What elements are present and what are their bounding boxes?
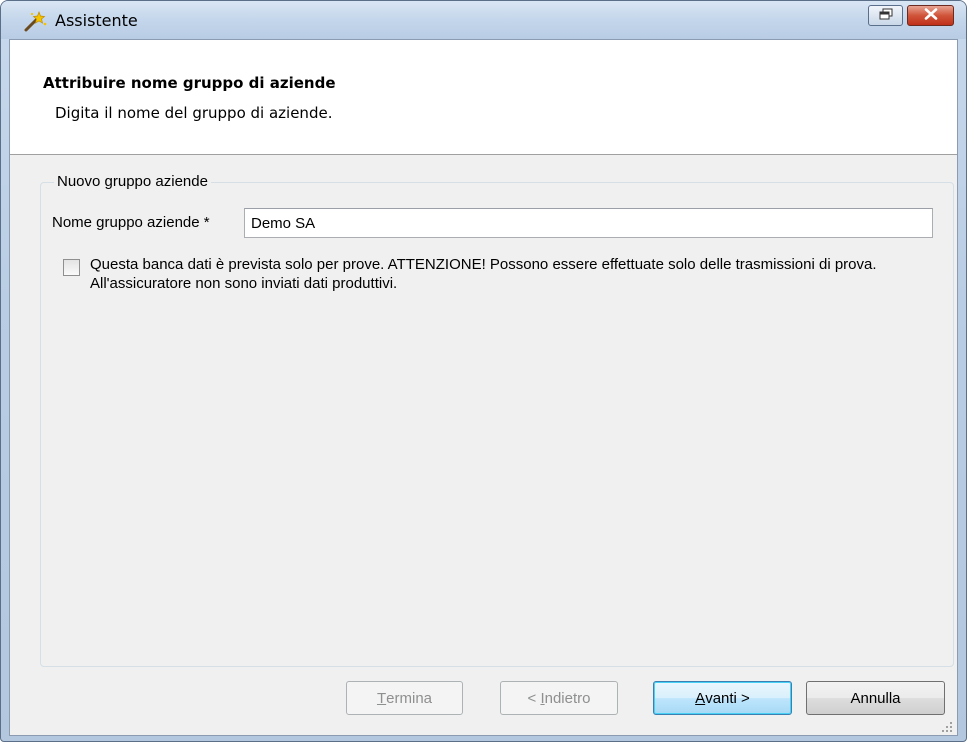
page-title: Attribuire nome gruppo di aziende <box>43 74 336 92</box>
test-database-checkbox[interactable] <box>63 259 80 276</box>
test-database-checkbox-label[interactable]: Questa banca dati è prevista solo per pr… <box>90 255 890 293</box>
close-icon <box>924 7 938 24</box>
finish-button-label: ermina <box>386 689 433 707</box>
close-button[interactable] <box>907 5 954 26</box>
wizard-header: Attribuire nome gruppo di aziende Digita… <box>10 40 957 155</box>
window-title: Assistente <box>55 11 138 30</box>
restore-icon <box>879 7 893 24</box>
finish-button[interactable]: Termina <box>346 681 463 715</box>
title-bar[interactable]: Assistente <box>1 1 966 39</box>
cancel-button-label: Annulla <box>850 689 901 707</box>
next-button[interactable]: Avanti > <box>653 681 792 715</box>
finish-button-mnemonic: T <box>376 689 387 707</box>
page-subtitle: Digita il nome del gruppo di aziende. <box>55 104 333 122</box>
wizard-body: Attribuire nome gruppo di aziende Digita… <box>9 39 958 736</box>
resize-grip-icon[interactable] <box>941 720 953 732</box>
restore-button[interactable] <box>868 5 903 26</box>
group-box-legend: Nuovo gruppo aziende <box>54 173 211 190</box>
back-button-prefix: < <box>527 689 541 707</box>
wand-icon <box>23 11 47 33</box>
back-button-label: ndietro <box>544 689 591 707</box>
wizard-window: Assistente Attribuire nome gruppo di azi… <box>0 0 967 742</box>
back-button[interactable]: < Indietro <box>500 681 618 715</box>
group-name-input[interactable] <box>244 208 933 238</box>
next-button-label: vanti > <box>705 689 750 707</box>
next-button-mnemonic: A <box>695 689 706 707</box>
group-name-label: Nome gruppo aziende * <box>52 214 210 231</box>
cancel-button[interactable]: Annulla <box>806 681 945 715</box>
